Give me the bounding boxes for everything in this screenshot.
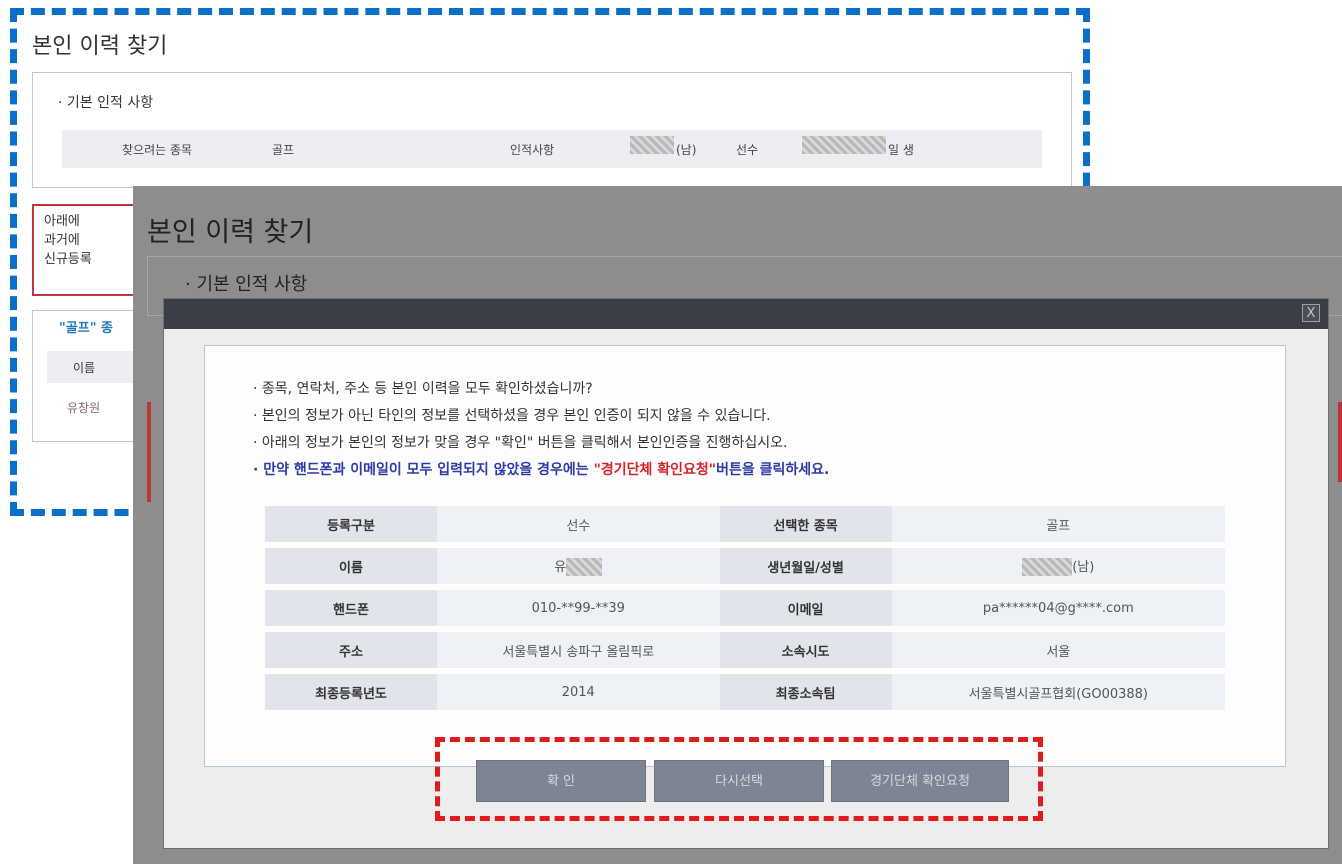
label-last-team: 최종소속팀: [719, 673, 892, 711]
notice-text: · 만약 핸드폰과 이메일이 모두 입력되지 않았을 경우에는: [253, 462, 594, 478]
table-row: 이름 유 생년월일/성별 (남): [265, 547, 1225, 585]
warning-line: 과거에: [44, 233, 80, 248]
confirm-button[interactable]: 확 인: [476, 760, 646, 802]
value-region: 서울: [891, 631, 1225, 669]
table-row: 주소 서울특별시 송파구 올림픽로 소속시도 서울: [265, 631, 1225, 669]
value-suffix: 일 생: [888, 143, 914, 157]
warning-box-edge: [1338, 402, 1342, 482]
label-last-year: 최종등록년도: [265, 673, 437, 711]
value-registration-type: 선수: [437, 506, 720, 543]
user-info-table: 등록구분 선수 선택한 종목 골프 이름 유 생년월일/성별 (남) 핸드폰 0…: [265, 506, 1225, 711]
page-title: 본인 이력 찾기: [32, 34, 168, 59]
label-name: 이름: [265, 547, 437, 585]
value-last-year: 2014: [437, 673, 720, 711]
label-personal-info: 인적사항: [510, 143, 555, 157]
close-button[interactable]: X: [1302, 304, 1320, 322]
notice-list: · 종목, 연락처, 주소 등 본인 이력을 모두 확인하셨습니까? · 본인의…: [253, 376, 829, 484]
value-phone: 010-**99-**39: [437, 589, 720, 627]
label-region: 소속시도: [719, 631, 892, 669]
label-address: 주소: [265, 631, 437, 669]
request-confirmation-button[interactable]: 경기단체 확인요청: [831, 760, 1009, 802]
table-row: 등록구분 선수 선택한 종목 골프: [265, 506, 1225, 543]
reselect-button[interactable]: 다시선택: [654, 760, 824, 802]
value-gender: (남): [676, 143, 697, 157]
column-name: 이름: [73, 361, 96, 375]
value-role: 선수: [736, 143, 759, 157]
warning-box-edge: [147, 402, 151, 502]
table-row: 핸드폰 010-**99-**39 이메일 pa******04@g****.c…: [265, 589, 1225, 627]
notice-line: · 종목, 연락처, 주소 등 본인 이력을 모두 확인하셨습니까?: [253, 381, 593, 397]
masked-value: [630, 136, 674, 154]
value-address: 서울특별시 송파구 올림픽로: [437, 631, 720, 669]
notice-line-emphasis: · 만약 핸드폰과 이메일이 모두 입력되지 않았을 경우에는 "경기단체 확인…: [253, 457, 829, 484]
popup-section-title: · 기본 인적 사항: [185, 274, 308, 295]
value-name: 유: [437, 547, 720, 585]
value-selected-sport: 골프: [891, 506, 1225, 543]
notice-text: 버튼을 클릭하세요.: [716, 462, 830, 478]
label-sport: 찾으려는 종목: [122, 143, 193, 157]
dialog-body: · 종목, 연락처, 주소 등 본인 이력을 모두 확인하셨습니까? · 본인의…: [204, 345, 1286, 767]
list-heading: "골프" 종: [59, 321, 113, 336]
masked-value: [566, 558, 603, 577]
notice-line: · 아래의 정보가 본인의 정보가 맞을 경우 "확인" 버튼을 클릭해서 본인…: [253, 435, 788, 451]
dialog-header: X: [164, 299, 1328, 329]
result-list-panel: "골프" 종 이름 유창원: [32, 310, 167, 442]
label-phone: 핸드폰: [265, 589, 437, 627]
table-row: 최종등록년도 2014 최종소속팀 서울특별시골프협회(GO00388): [265, 673, 1225, 711]
label-birth-gender: 생년월일/성별: [719, 547, 892, 585]
label-registration-type: 등록구분: [265, 506, 437, 543]
gender-text: (남): [1072, 559, 1095, 575]
value-email: pa******04@g****.com: [891, 589, 1225, 627]
label-selected-sport: 선택한 종목: [719, 506, 892, 543]
value-last-team: 서울특별시골프협회(GO00388): [891, 673, 1225, 711]
warning-box: 아래에 과거에 신규등록: [32, 204, 142, 296]
warning-line: 아래에: [44, 214, 80, 229]
popup-page-title: 본인 이력 찾기: [147, 217, 314, 248]
masked-value: [1022, 558, 1073, 577]
basic-info-row: 찾으려는 종목 골프 인적사항 (남) 선수 일 생: [62, 130, 1042, 168]
label-email: 이메일: [719, 589, 892, 627]
list-item[interactable]: 유창원: [67, 399, 100, 416]
notice-line: · 본인의 정보가 아닌 타인의 정보를 선택하셨을 경우 본인 인증이 되지 …: [253, 408, 771, 424]
notice-highlight: "경기단체 확인요청": [593, 462, 717, 478]
warning-line: 신규등록: [44, 252, 92, 267]
section-title: · 기본 인적 사항: [58, 95, 154, 111]
name-text: 유: [554, 559, 567, 575]
masked-value: [802, 136, 886, 154]
value-sport: 골프: [272, 143, 295, 157]
value-birth-gender: (남): [891, 547, 1225, 585]
